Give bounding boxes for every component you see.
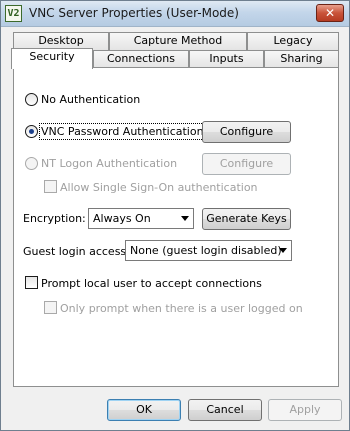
- encryption-value: Always On: [93, 212, 151, 225]
- cancel-button[interactable]: Cancel: [188, 399, 262, 421]
- vnc-password-label[interactable]: VNC Password Authentication: [39, 123, 206, 140]
- encryption-select[interactable]: Always On: [88, 208, 194, 229]
- properties-window: V2 VNC Server Properties (User-Mode) ✕ D…: [0, 0, 350, 431]
- no-auth-radio[interactable]: [25, 93, 38, 106]
- title-bar[interactable]: V2 VNC Server Properties (User-Mode) ✕: [1, 1, 349, 27]
- tab-security[interactable]: Security: [11, 48, 93, 69]
- tab-label: Connections: [107, 52, 175, 65]
- tab-inputs[interactable]: Inputs: [189, 50, 264, 68]
- encryption-label: Encryption:: [23, 212, 86, 225]
- window-title: VNC Server Properties (User-Mode): [29, 6, 239, 20]
- close-button[interactable]: ✕: [316, 4, 344, 22]
- guest-login-value: None (guest login disabled): [130, 244, 282, 257]
- chevron-down-icon: [181, 216, 189, 221]
- vnc-password-configure-button[interactable]: Configure: [202, 121, 291, 143]
- prompt-user-checkbox[interactable]: [25, 276, 38, 289]
- only-prompt-label[interactable]: Only prompt when there is a user logged …: [60, 302, 303, 315]
- guest-login-label: Guest login access:: [23, 245, 130, 258]
- tab-label: Capture Method: [133, 34, 223, 47]
- vnc-password-radio[interactable]: [25, 125, 38, 138]
- nt-logon-radio[interactable]: [25, 157, 38, 170]
- tab-legacy[interactable]: Legacy: [247, 32, 339, 50]
- only-prompt-checkbox[interactable]: [44, 301, 57, 314]
- sso-label[interactable]: Allow Single Sign-On authentication: [60, 181, 258, 194]
- guest-login-select[interactable]: None (guest login disabled): [125, 240, 292, 261]
- prompt-user-label[interactable]: Prompt local user to accept connections: [41, 277, 262, 290]
- ok-button[interactable]: OK: [107, 399, 181, 421]
- tab-connections[interactable]: Connections: [93, 50, 189, 68]
- nt-logon-configure-button[interactable]: Configure: [202, 153, 291, 175]
- tab-sharing[interactable]: Sharing: [264, 50, 339, 68]
- generate-keys-button[interactable]: Generate Keys: [202, 208, 291, 230]
- tab-label: Desktop: [38, 34, 84, 47]
- apply-button[interactable]: Apply: [268, 399, 342, 421]
- sso-checkbox[interactable]: [44, 180, 57, 193]
- tab-label: Inputs: [209, 52, 244, 65]
- tab-label: Security: [29, 50, 75, 63]
- tab-label: Legacy: [273, 34, 313, 47]
- tab-capture-method[interactable]: Capture Method: [109, 32, 247, 50]
- security-panel: No Authentication VNC Password Authentic…: [13, 67, 339, 387]
- tab-label: Sharing: [280, 52, 323, 65]
- chevron-down-icon: [279, 248, 287, 253]
- nt-logon-label[interactable]: NT Logon Authentication: [41, 157, 177, 170]
- vnc-app-icon: V2: [5, 5, 22, 22]
- no-auth-label[interactable]: No Authentication: [41, 93, 140, 106]
- close-icon: ✕: [324, 6, 336, 20]
